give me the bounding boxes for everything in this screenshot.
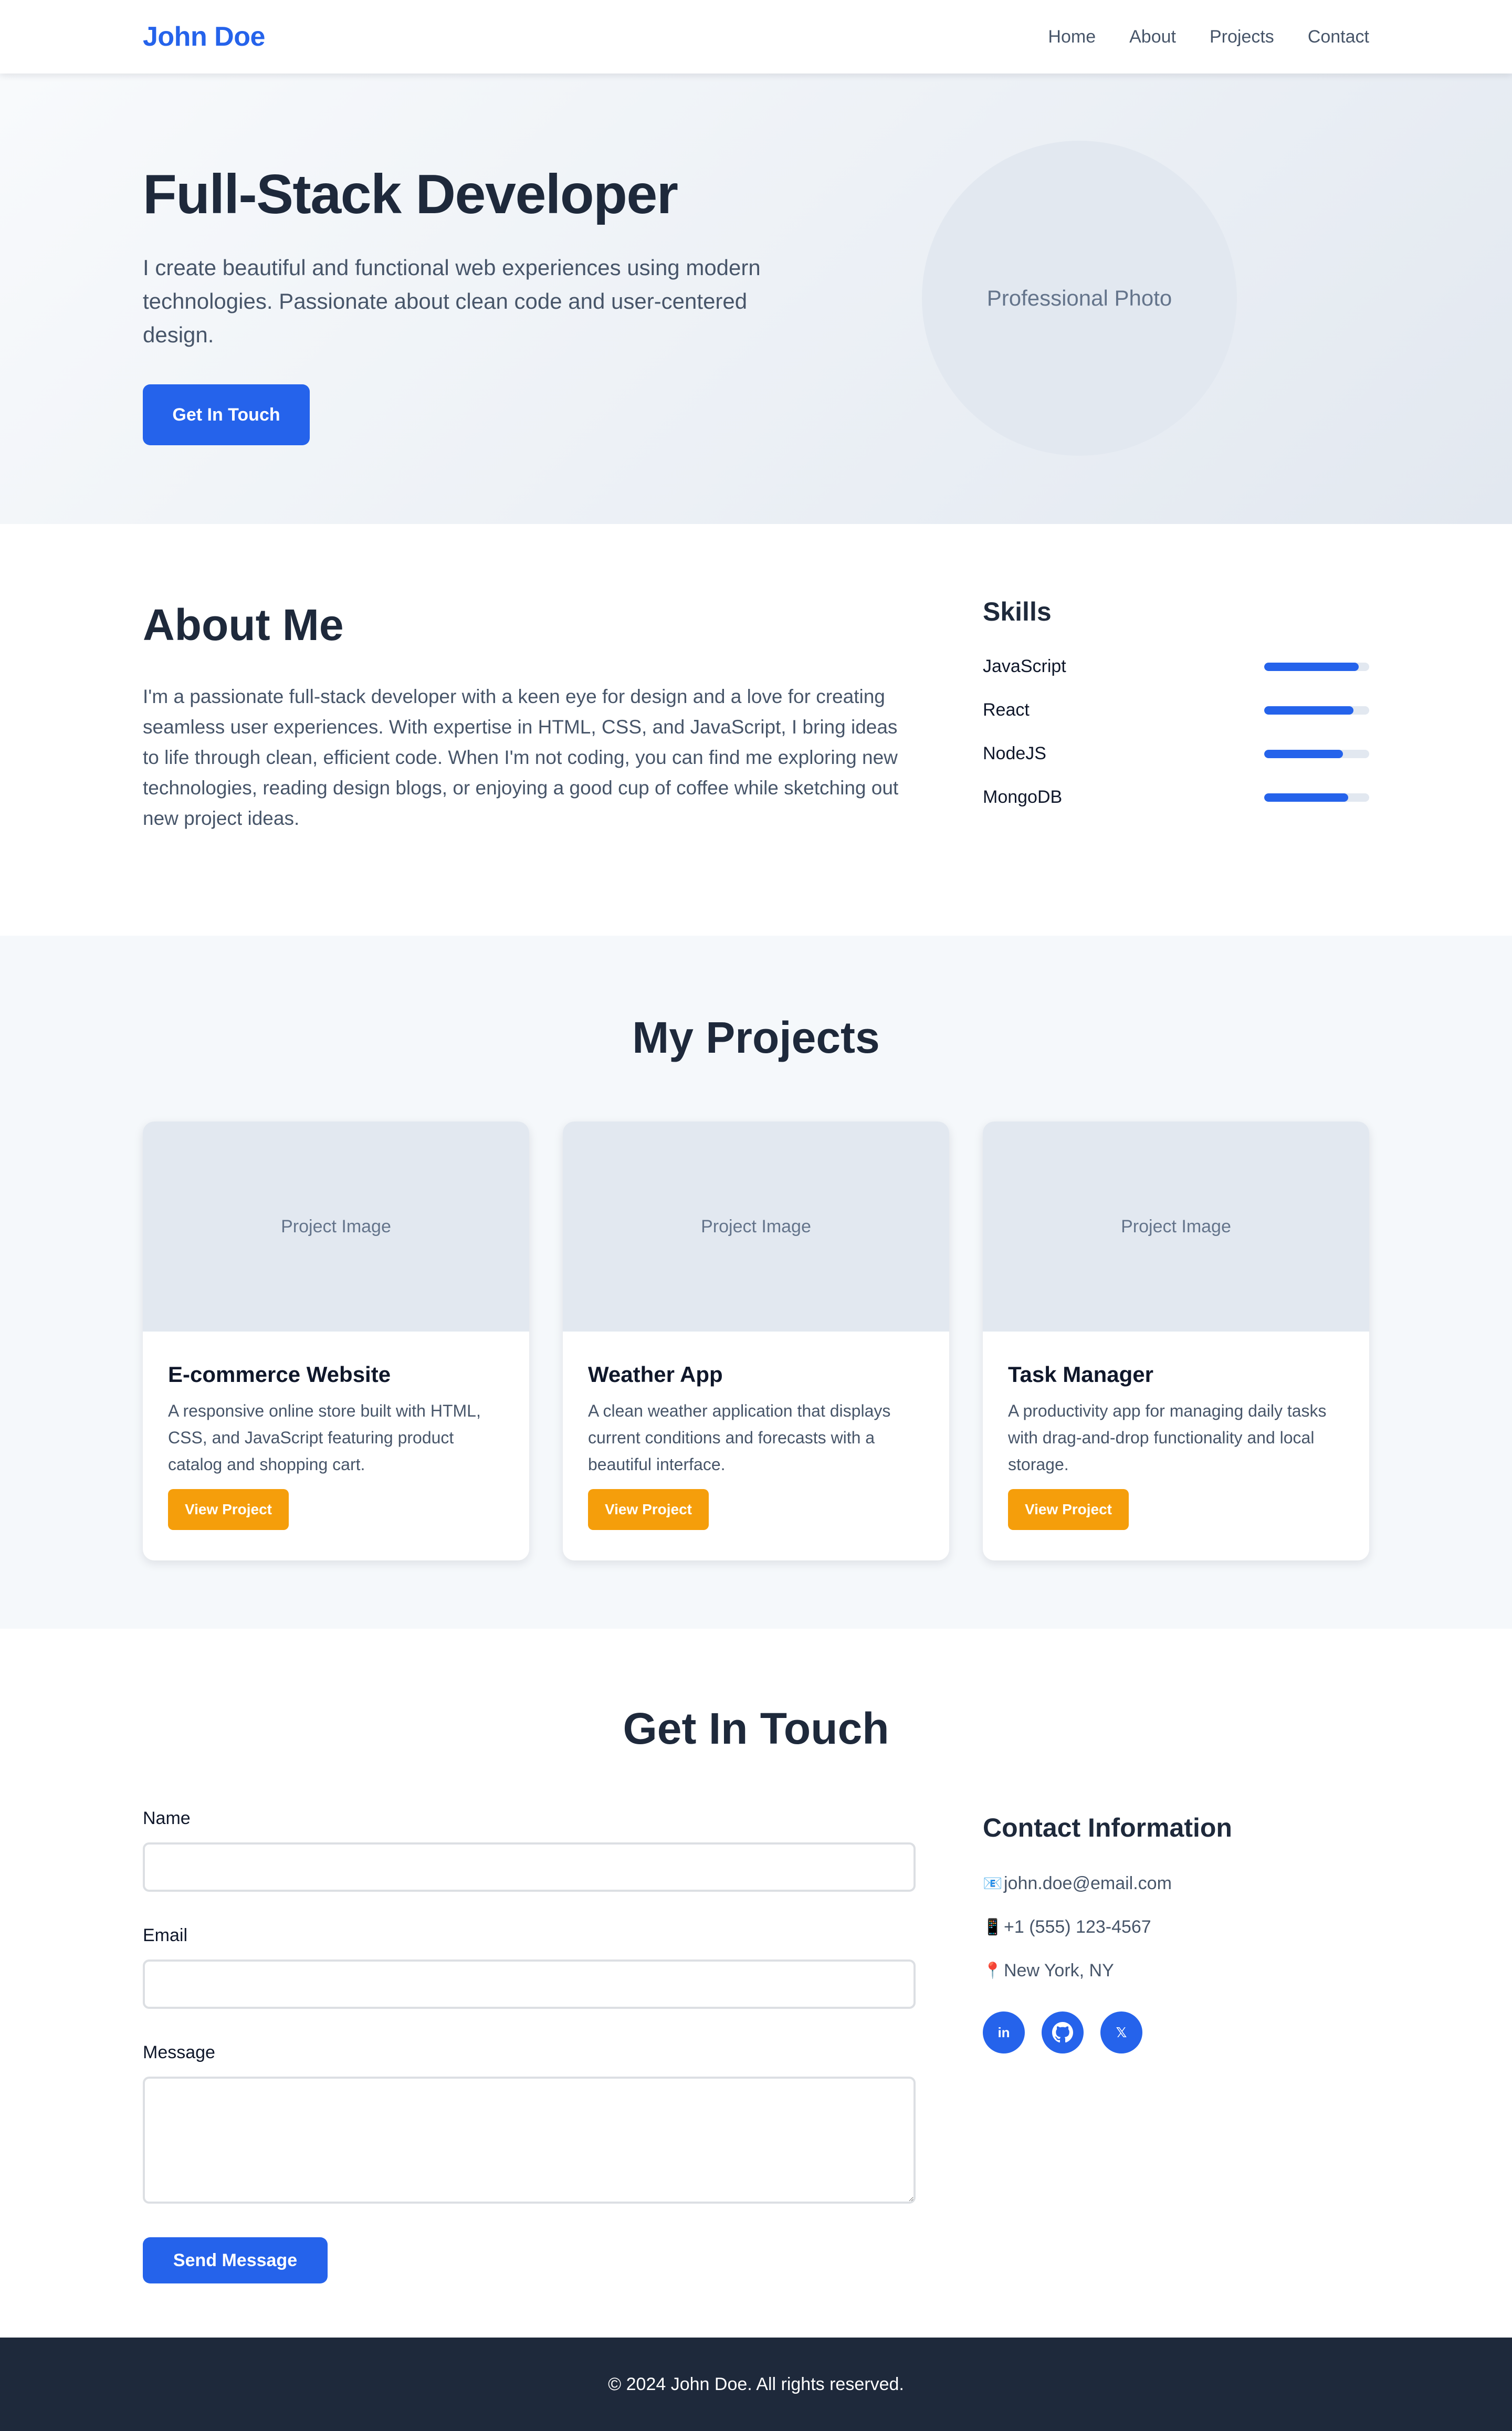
nav-link-about[interactable]: About — [1129, 27, 1176, 47]
contact-info-panel: Contact Information 📧 john.doe@email.com… — [983, 1812, 1369, 2053]
github-icon[interactable] — [1042, 2011, 1084, 2053]
project-description: A responsive online store built with HTM… — [168, 1401, 481, 1474]
about-text: I'm a passionate full-stack developer wi… — [143, 686, 899, 829]
nav-link-contact[interactable]: Contact — [1308, 27, 1369, 47]
x-glyph: 𝕏 — [1116, 2024, 1127, 2040]
skill-bar-track — [1264, 706, 1369, 715]
nav-link-home[interactable]: Home — [1048, 27, 1096, 47]
navbar-container: John Doe Home About Projects Contact — [143, 0, 1369, 74]
skill-row-javascript: JavaScript — [983, 645, 1369, 688]
project-title: E-commerce Website — [168, 1362, 391, 1387]
contact-location-text: New York, NY — [1004, 1961, 1114, 1981]
contact-phone-text[interactable]: +1 (555) 123-4567 — [1004, 1917, 1151, 1937]
view-project-button[interactable]: View Project — [1008, 1489, 1129, 1530]
project-description: A productivity app for managing daily ta… — [1008, 1401, 1327, 1474]
skill-row-nodejs: NodeJS — [983, 732, 1369, 776]
contact-title: Get In Touch — [623, 1704, 889, 1753]
skill-bar-fill — [1264, 662, 1359, 671]
message-field[interactable] — [143, 2077, 916, 2204]
phone-icon: 📱 — [983, 1919, 1003, 1936]
skill-bar-fill — [1264, 706, 1353, 715]
footer-copyright: © 2024 John Doe. All rights reserved. — [608, 2374, 904, 2394]
footer: © 2024 John Doe. All rights reserved. — [0, 2338, 1512, 2431]
project-image-placeholder: Project Image — [983, 1122, 1369, 1332]
project-card-body: Weather App A clean weather application … — [563, 1332, 949, 1530]
skill-row-mongodb: MongoDB — [983, 776, 1369, 819]
project-cards: Project Image E-commerce Website A respo… — [143, 1122, 1369, 1560]
view-project-button[interactable]: View Project — [588, 1489, 709, 1530]
about-section: About Me I'm a passionate full-stack dev… — [0, 524, 1512, 936]
contact-phone-row: 📱 +1 (555) 123-4567 — [983, 1905, 1369, 1949]
skill-row-react: React — [983, 688, 1369, 732]
projects-container: My Projects Project Image E-commerce Web… — [143, 936, 1369, 1629]
skill-bar-fill — [1264, 749, 1343, 758]
skill-bar-track — [1264, 749, 1369, 758]
social-links: in 𝕏 — [983, 2011, 1369, 2053]
brand-logo[interactable]: John Doe — [143, 21, 265, 53]
professional-photo-placeholder: Professional Photo — [922, 141, 1237, 456]
contact-form: Name Email Message Send Message — [143, 1808, 916, 2283]
about-title: About Me — [143, 600, 344, 649]
project-card-body: Task Manager A productivity app for mana… — [983, 1332, 1369, 1530]
name-label: Name — [143, 1808, 191, 1828]
project-image-placeholder: Project Image — [563, 1122, 949, 1332]
project-card-ecommerce: Project Image E-commerce Website A respo… — [143, 1122, 529, 1560]
project-title: Weather App — [588, 1362, 723, 1387]
project-card-weather: Project Image Weather App A clean weathe… — [563, 1122, 949, 1560]
email-field[interactable] — [143, 1960, 916, 2009]
skills-panel: Skills JavaScript React NodeJS MongoDB — [983, 596, 1369, 819]
skill-bar-track — [1264, 793, 1369, 802]
nav-links: Home About Projects Contact — [1048, 27, 1369, 47]
hero-title: Full-Stack Developer — [143, 163, 678, 225]
skill-name: NodeJS — [983, 743, 1046, 763]
github-glyph — [1052, 2022, 1073, 2043]
linkedin-glyph: in — [998, 2024, 1010, 2040]
about-container: About Me I'm a passionate full-stack dev… — [143, 524, 1369, 936]
location-pin-icon: 📍 — [983, 1962, 1003, 1979]
contact-location-row: 📍 New York, NY — [983, 1949, 1369, 1993]
project-card-body: E-commerce Website A responsive online s… — [143, 1332, 529, 1530]
get-in-touch-button[interactable]: Get In Touch — [143, 384, 310, 445]
message-label: Message — [143, 2042, 215, 2062]
navbar: John Doe Home About Projects Contact — [0, 0, 1512, 74]
name-field[interactable] — [143, 1842, 916, 1892]
skill-name: MongoDB — [983, 787, 1063, 807]
skill-bar-fill — [1264, 793, 1348, 802]
contact-email-text[interactable]: john.doe@email.com — [1004, 1873, 1172, 1894]
email-label: Email — [143, 1925, 188, 1945]
x-twitter-icon[interactable]: 𝕏 — [1100, 2011, 1142, 2053]
projects-title: My Projects — [632, 1013, 880, 1062]
skills-title: Skills — [983, 597, 1052, 626]
project-description: A clean weather application that display… — [588, 1401, 891, 1474]
view-project-button[interactable]: View Project — [168, 1489, 289, 1530]
contact-section: Get In Touch Name Email Message Send Mes… — [0, 1629, 1512, 2338]
skill-bar-track — [1264, 662, 1369, 671]
email-icon: 📧 — [983, 1875, 1003, 1892]
skill-name: React — [983, 700, 1030, 720]
hero-container: Full-Stack Developer I create beautiful … — [143, 74, 1369, 524]
project-title: Task Manager — [1008, 1362, 1153, 1387]
photo-placeholder-label: Professional Photo — [986, 286, 1172, 310]
nav-link-projects[interactable]: Projects — [1210, 27, 1274, 47]
projects-section: My Projects Project Image E-commerce Web… — [0, 936, 1512, 1629]
linkedin-icon[interactable]: in — [983, 2011, 1025, 2053]
skill-name: JavaScript — [983, 656, 1066, 676]
contact-container: Get In Touch Name Email Message Send Mes… — [143, 1629, 1369, 2338]
project-card-task-manager: Project Image Task Manager A productivit… — [983, 1122, 1369, 1560]
project-image-placeholder: Project Image — [143, 1122, 529, 1332]
send-message-button[interactable]: Send Message — [143, 2237, 328, 2283]
contact-info-title: Contact Information — [983, 1813, 1232, 1842]
hero-section: Full-Stack Developer I create beautiful … — [0, 74, 1512, 524]
contact-email-row: 📧 john.doe@email.com — [983, 1862, 1369, 1905]
hero-subtitle: I create beautiful and functional web ex… — [143, 255, 761, 347]
